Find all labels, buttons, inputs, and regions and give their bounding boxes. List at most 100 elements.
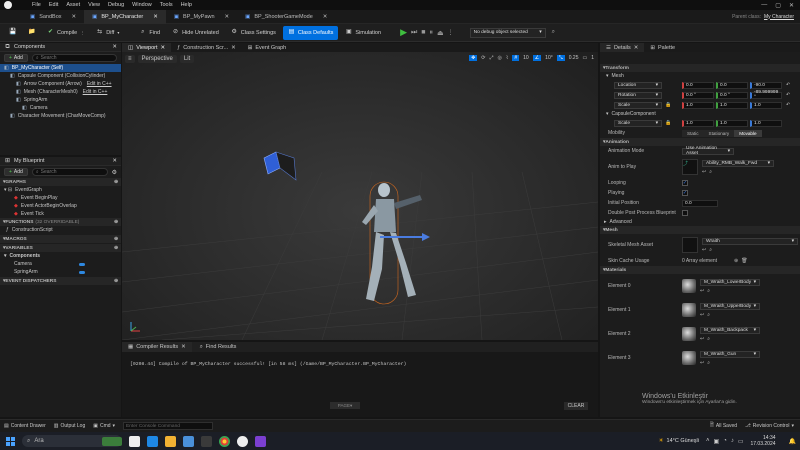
maximize-button[interactable]: ▢ bbox=[775, 2, 781, 9]
weather-widget[interactable]: ☀ 14°C Güneşli bbox=[659, 438, 699, 444]
class-defaults-button[interactable]: ▤ Class Defaults bbox=[282, 25, 339, 40]
material-thumbnail[interactable] bbox=[682, 303, 696, 317]
edge-icon[interactable] bbox=[147, 435, 158, 447]
material-dropdown[interactable]: M_Wraith_Backpack ▾ bbox=[700, 326, 760, 334]
diff-button[interactable]: ⇆ Diff ▾ bbox=[91, 26, 124, 40]
browse-asset-icon[interactable]: ⌕ bbox=[709, 169, 712, 175]
simulation-button[interactable]: ▣ Simulation bbox=[340, 26, 386, 40]
add-member-button[interactable]: + Add bbox=[4, 168, 28, 176]
reset-icon[interactable]: ↶ bbox=[786, 92, 790, 98]
clock[interactable]: 14:34 17.03.2024 bbox=[750, 435, 781, 447]
component-item[interactable]: ◧ Camera bbox=[0, 104, 121, 112]
menu-view[interactable]: View bbox=[88, 2, 100, 8]
rotate-mode-icon[interactable]: ⟳ bbox=[481, 55, 485, 61]
reset-icon[interactable]: ↶ bbox=[786, 102, 790, 108]
scale-dropdown[interactable]: Scale ▾ bbox=[614, 101, 662, 109]
save-button[interactable]: 💾 bbox=[4, 26, 21, 40]
use-selected-icon[interactable]: ↩ bbox=[700, 312, 704, 318]
location-y[interactable]: 0.0 bbox=[716, 81, 748, 89]
step-icon[interactable]: ⏭ bbox=[411, 29, 417, 37]
location-z[interactable]: -90.0 bbox=[750, 81, 782, 89]
macros-section[interactable]: ▾ MACROS ⊕ bbox=[0, 235, 121, 243]
use-selected-icon[interactable]: ↩ bbox=[702, 169, 706, 175]
select-mode-icon[interactable]: ✥ bbox=[469, 55, 478, 61]
close-tab-icon[interactable]: ✕ bbox=[225, 14, 230, 20]
task-view-icon[interactable] bbox=[129, 435, 140, 447]
add-graph-icon[interactable]: ⊕ bbox=[114, 180, 118, 185]
anim-mode-dropdown[interactable]: Use Animation Asset ▾ bbox=[682, 146, 734, 156]
event-item[interactable]: ◆ Event ActorBeginOverlap bbox=[0, 202, 121, 210]
doc-tab[interactable]: ▣ BP_ShooterGameMode ✕ bbox=[237, 10, 335, 24]
browse-asset-icon[interactable]: ⌕ bbox=[707, 312, 710, 318]
camera-component-icon[interactable] bbox=[260, 150, 300, 186]
menu-window[interactable]: Window bbox=[132, 2, 152, 8]
animation-section[interactable]: ▾ Animation bbox=[600, 138, 800, 146]
character-mesh[interactable] bbox=[350, 177, 440, 307]
grid-snap-icon[interactable]: # bbox=[512, 55, 520, 61]
play-icon[interactable]: ▶ bbox=[400, 27, 407, 38]
perspective-button[interactable]: Perspective bbox=[137, 55, 177, 63]
initial-position-input[interactable]: 0.0 bbox=[682, 199, 718, 207]
menu-tools[interactable]: Tools bbox=[160, 2, 173, 8]
scale-x[interactable]: 1.0 bbox=[682, 101, 714, 109]
stop-icon[interactable]: ■ bbox=[421, 29, 425, 36]
components-group[interactable]: ▾ Components bbox=[0, 252, 121, 260]
browse-button[interactable]: 📁 bbox=[23, 26, 40, 40]
mesh-subsection[interactable]: ▾ Mesh bbox=[600, 72, 800, 80]
close-tab-icon[interactable]: ✕ bbox=[161, 45, 166, 51]
rotation-snap-value[interactable]: 10° bbox=[545, 55, 553, 61]
materials-section[interactable]: ▾ Materials bbox=[600, 266, 800, 274]
rotation-snap-icon[interactable]: ∠ bbox=[532, 55, 542, 61]
doc-tab[interactable]: ▣ BP_MyPawn ✕ bbox=[166, 10, 237, 24]
menu-help[interactable]: Help bbox=[181, 2, 192, 8]
variable-item[interactable]: Camera bbox=[0, 260, 121, 268]
world-local-icon[interactable]: ◎ bbox=[498, 55, 502, 61]
scale-mode-icon[interactable]: ⤢ bbox=[490, 55, 494, 61]
close-tab-icon[interactable]: ✕ bbox=[72, 14, 77, 20]
capsule-subsection[interactable]: ▾ CapsuleComponent bbox=[600, 110, 800, 118]
unreal-taskbar-icon[interactable] bbox=[237, 435, 248, 447]
component-item[interactable]: ◧ Capsule Component (CollisionCylinder) bbox=[0, 72, 121, 80]
event-dispatchers-section[interactable]: ▾ EVENT DISPATCHERS ⊕ bbox=[0, 277, 121, 285]
location-x[interactable]: 0.0 bbox=[682, 81, 714, 89]
tab-compiler-results[interactable]: ▦ Compiler Results ✕ bbox=[122, 342, 192, 352]
looping-checkbox[interactable]: ✓ bbox=[682, 180, 688, 186]
blueprint-search-input[interactable]: ⌕ Search bbox=[31, 168, 108, 176]
scale-snap-icon[interactable]: ⤡ bbox=[556, 55, 565, 61]
skeletal-mesh-thumbnail[interactable] bbox=[682, 237, 698, 253]
taskbar-search-box[interactable]: ⌕ Ara bbox=[22, 435, 122, 447]
use-selected-icon[interactable]: ↩ bbox=[700, 288, 704, 294]
add-function-icon[interactable]: ⊕ bbox=[114, 220, 118, 225]
terminal-icon[interactable] bbox=[201, 435, 212, 447]
debug-filter-icon[interactable]: ⌕ bbox=[552, 29, 555, 36]
viewport-tab[interactable]: ƒ Construction Scr... ✕ bbox=[171, 43, 242, 52]
settings-gear-icon[interactable]: ⚙ bbox=[112, 169, 117, 176]
scale-snap-value[interactable]: 0.25 bbox=[569, 55, 579, 61]
playing-checkbox[interactable]: ✓ bbox=[682, 190, 688, 196]
menu-debug[interactable]: Debug bbox=[108, 2, 124, 8]
close-tab-icon[interactable]: ✕ bbox=[181, 344, 186, 350]
delete-icon[interactable]: 🗑 bbox=[741, 258, 747, 264]
browse-asset-icon[interactable]: ⌕ bbox=[709, 247, 712, 253]
add-element-icon[interactable]: ⊕ bbox=[734, 258, 738, 264]
mobility-static[interactable]: Static bbox=[682, 129, 704, 137]
grid-snap-value[interactable]: 10 bbox=[523, 55, 529, 61]
component-item[interactable]: ◧ Character Movement (CharMoveComp) bbox=[0, 112, 121, 120]
scale-dropdown[interactable]: Scale ▾ bbox=[614, 119, 662, 127]
close-tab-icon[interactable]: ✕ bbox=[112, 44, 117, 50]
close-tab-icon[interactable]: ✕ bbox=[634, 45, 639, 51]
all-saved-indicator[interactable]: 🗎 All Saved bbox=[710, 422, 737, 430]
menu-asset[interactable]: Asset bbox=[66, 2, 80, 8]
lock-icon[interactable]: 🔒 bbox=[665, 102, 671, 109]
edit-in-cpp-link[interactable]: Edit in C++ bbox=[83, 89, 108, 95]
find-button[interactable]: ⌕ Find bbox=[134, 26, 165, 40]
tray-chevron-icon[interactable]: ˄ bbox=[706, 438, 710, 444]
event-item[interactable]: ◆ Event Tick bbox=[0, 210, 121, 218]
rotation-y[interactable]: 0.0 ° bbox=[716, 91, 748, 99]
cap-scale-y[interactable]: 1.0 bbox=[716, 119, 748, 127]
close-button[interactable]: ✕ bbox=[789, 2, 794, 9]
content-drawer-button[interactable]: ▤ Content Drawer bbox=[4, 423, 46, 429]
skeletal-mesh-dropdown[interactable]: Wraith ▾ bbox=[702, 237, 798, 245]
viewport-tab[interactable]: ⊞ Event Graph bbox=[242, 43, 293, 52]
close-tab-icon[interactable]: ✕ bbox=[231, 45, 236, 51]
